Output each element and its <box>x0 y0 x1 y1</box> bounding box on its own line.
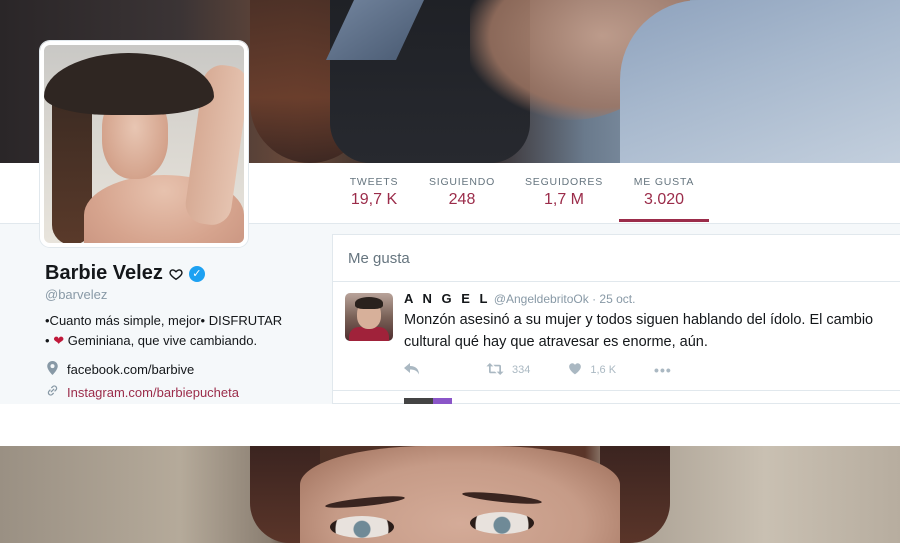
stat-followers[interactable]: SEGUIDORES 1,7 M <box>523 176 605 209</box>
tweet-avatar-shirt <box>349 327 389 341</box>
like-button[interactable]: 1,6 K <box>568 362 616 378</box>
panel-title: Me gusta <box>348 250 410 267</box>
divider <box>332 281 900 282</box>
heart-outline-icon <box>169 267 183 281</box>
link-icon <box>45 384 59 400</box>
more-icon: ••• <box>654 362 672 378</box>
stat-label: SEGUIDORES <box>524 176 603 188</box>
bio-bullet: • <box>45 333 50 348</box>
avatar-hat <box>44 53 214 115</box>
profile-url-row: Instagram.com/barbiepucheta <box>45 384 239 400</box>
stat-label: TWEETS <box>349 176 399 188</box>
active-tab-indicator <box>619 219 709 222</box>
bottom-photo-eye-left <box>330 516 394 538</box>
header-photo-jeans <box>620 0 900 163</box>
retweet-icon <box>486 362 504 378</box>
tweet-date[interactable]: 25 oct. <box>599 292 635 306</box>
stat-value: 19,7 K <box>350 191 398 208</box>
stat-value: 248 <box>448 191 476 208</box>
profile-handle[interactable]: @barvelez <box>45 287 107 302</box>
divider <box>332 390 900 391</box>
tweet-actions: 334 1,6 K ••• <box>404 362 710 378</box>
bio-line: •Cuanto más simple, mejor• DISFRUTAR <box>45 313 283 328</box>
profile-name[interactable]: Barbie Velez <box>45 262 163 285</box>
heart-icon: ❤ <box>53 333 65 348</box>
tweet-author[interactable]: A N G E L <box>404 291 490 306</box>
stat-value: 1,7 M <box>543 191 584 208</box>
like-icon <box>568 362 582 378</box>
reply-icon <box>404 362 420 378</box>
tweet-avatar-hair <box>355 297 383 309</box>
tweet-handle[interactable]: @AngeldebritoOk <box>494 292 589 306</box>
profile-bio: •Cuanto más simple, mejor• DISFRUTAR • ❤… <box>45 311 282 351</box>
stat-following[interactable]: SIGUIENDO 248 <box>428 176 496 209</box>
profile-location: facebook.com/barbive <box>67 362 195 377</box>
bio-line: • ❤ Geminiana, que vive cambiando. <box>45 331 282 351</box>
profile-link[interactable]: Instagram.com/barbiepucheta <box>67 385 239 400</box>
verified-badge-icon: ✓ <box>188 265 205 282</box>
bottom-photo-eye-right <box>470 512 534 534</box>
more-button[interactable]: ••• <box>654 362 672 378</box>
stat-label: SIGUIENDO <box>428 176 496 188</box>
tweet-separator: · <box>592 292 597 306</box>
reply-button[interactable] <box>404 362 420 378</box>
profile-name-row: Barbie Velez ✓ <box>45 262 205 285</box>
stat-label: ME GUSTA <box>633 176 695 188</box>
stat-value: 3.020 <box>643 191 685 208</box>
image-gap <box>0 404 900 446</box>
profile-avatar[interactable] <box>40 41 248 247</box>
stat-likes[interactable]: ME GUSTA 3.020 <box>630 176 698 209</box>
retweet-count: 334 <box>512 364 531 376</box>
bio-text: Geminiana, que vive cambiando. <box>67 333 258 348</box>
retweet-button[interactable]: 334 <box>486 362 530 378</box>
like-count: 1,6 K <box>590 364 617 376</box>
tweet-avatar[interactable] <box>345 293 393 341</box>
tweet-text: Monzón asesinó a su mujer y todos siguen… <box>404 312 874 350</box>
stat-tweets[interactable]: TWEETS 19,7 K <box>343 176 405 209</box>
location-pin-icon <box>45 361 59 378</box>
tweet-header: A N G E L @AngeldebritoOk · 25 oct. <box>404 291 635 306</box>
profile-location-row: facebook.com/barbive <box>45 361 194 378</box>
bottom-photo <box>0 446 900 543</box>
